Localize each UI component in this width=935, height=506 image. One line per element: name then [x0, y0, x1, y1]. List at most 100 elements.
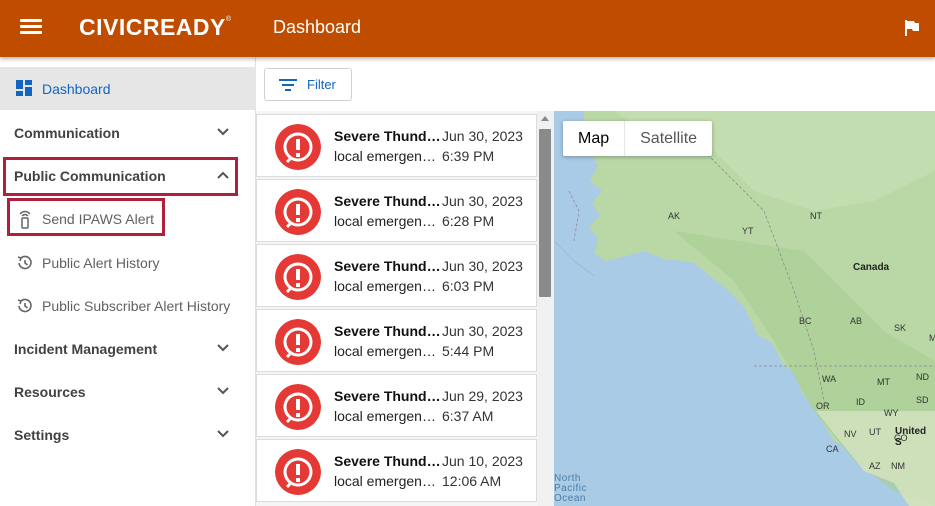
alert-title: Severe Thunderstorm Warning: [334, 453, 442, 469]
alert-warning-icon: [275, 319, 321, 365]
map-label: NM: [891, 461, 905, 471]
sidebar-item-label: Public Subscriber Alert History: [42, 297, 231, 314]
map-label: Canada: [853, 262, 890, 273]
map-terrain: [554, 111, 935, 506]
map-label: BC: [799, 316, 812, 326]
sidebar-item-label: Communication: [14, 124, 120, 141]
alert-title: Severe Thunderstorm Warning: [334, 258, 442, 274]
scroll-up-arrow-icon[interactable]: [541, 116, 549, 121]
scrollbar[interactable]: [537, 111, 554, 506]
alert-warning-icon: [275, 449, 321, 495]
alert-title: Severe Thunderstorm Warning: [334, 128, 442, 144]
sidebar-item-label: Dashboard: [42, 80, 111, 97]
alert-description: local emergency alert: [334, 343, 442, 359]
sidebar-item-settings[interactable]: Settings: [0, 413, 256, 456]
alert-date: Jun 30, 2023: [442, 128, 523, 144]
alert-warning-icon: [275, 384, 321, 430]
alert-warning-icon: [275, 254, 321, 300]
highlight-box-public-communication: [3, 157, 238, 196]
map-label: MT: [877, 377, 890, 387]
alert-date: Jun 30, 2023: [442, 258, 523, 274]
highlight-box-send-ipaws: [7, 198, 165, 236]
alert-time: 6:03 PM: [442, 278, 495, 294]
sidebar-item-communication[interactable]: Communication: [0, 111, 256, 154]
alert-warning-icon: [275, 124, 321, 170]
chevron-down-icon: [217, 430, 229, 438]
map-label: WY: [884, 408, 899, 418]
chevron-down-icon: [217, 387, 229, 395]
map-label: OR: [816, 401, 830, 411]
map-label: WA: [822, 374, 837, 384]
alert-title: Severe Thunderstorm Warning: [334, 388, 442, 404]
alert-description: local emergency alert: [334, 408, 442, 424]
alert-description: local emergency alert: [334, 148, 442, 164]
map-label: UT: [869, 427, 881, 437]
page-title: Dashboard: [273, 17, 362, 37]
filter-toolbar: Filter: [256, 57, 935, 111]
map-label: AB: [850, 316, 863, 326]
filter-label: Filter: [307, 77, 336, 92]
app-logo: CIVICREADY®: [79, 14, 232, 40]
alert-date: Jun 10, 2023: [442, 453, 523, 469]
sidebar-item-public-subscriber-alert-history[interactable]: Public Subscriber Alert History: [0, 284, 256, 327]
sidebar-item-label: Resources: [14, 383, 86, 400]
filter-icon: [279, 78, 297, 91]
sidebar-item-label: Settings: [14, 426, 70, 443]
map-label: SD: [916, 395, 929, 405]
alert-list-item[interactable]: Severe Thunderstorm Warning local emergen…: [256, 244, 537, 307]
sidebar-item-label: Incident Management: [14, 340, 158, 357]
map-label: ID: [856, 397, 865, 407]
map-label: SK: [894, 323, 907, 333]
map-view[interactable]: Map Satellite AK YT NT Canada BC AB SK M…: [554, 111, 935, 506]
alert-description: local emergency alert: [334, 213, 442, 229]
map-label: United S: [895, 426, 927, 448]
sidebar-item-incident-management[interactable]: Incident Management: [0, 327, 256, 370]
map-label: CA: [826, 444, 839, 454]
alert-title: Severe Thunderstorm Warning: [334, 193, 442, 209]
filter-button[interactable]: Filter: [264, 68, 352, 101]
menu-icon[interactable]: [20, 19, 42, 37]
map-type-toggle: Map Satellite: [563, 121, 713, 156]
chevron-down-icon: [217, 344, 229, 352]
alert-list-item[interactable]: Severe Thunderstorm Warning local emergen…: [256, 439, 537, 502]
map-label: AZ: [869, 461, 881, 471]
sidebar-item-label: Public Alert History: [42, 254, 160, 271]
alert-date: Jun 30, 2023: [442, 193, 523, 209]
alert-title: Severe Thunderstorm Warning: [334, 323, 442, 339]
alert-list: Severe Thunderstorm Warning local emergen…: [256, 111, 537, 506]
map-label: NV: [844, 429, 857, 439]
alert-warning-icon: [275, 189, 321, 235]
scrollbar-thumb[interactable]: [539, 129, 551, 297]
alert-list-item[interactable]: Severe Thunderstorm Warning local emergen…: [256, 114, 537, 177]
flag-icon[interactable]: [904, 19, 920, 37]
map-label: MB: [929, 333, 935, 343]
alert-description: local emergency alert: [334, 278, 442, 294]
alert-list-item[interactable]: Severe Thunderstorm Warning local emergen…: [256, 179, 537, 242]
alert-time: 6:39 PM: [442, 148, 495, 164]
alert-date: Jun 29, 2023: [442, 388, 523, 404]
alert-list-item[interactable]: Severe Thunderstorm Warning local emergen…: [256, 309, 537, 372]
history-icon: [17, 298, 32, 313]
alert-list-item[interactable]: Severe Thunderstorm Warning local emergen…: [256, 374, 537, 437]
dashboard-icon: [16, 80, 32, 96]
alert-time: 12:06 AM: [442, 473, 502, 489]
alert-time: 6:28 PM: [442, 213, 495, 229]
map-label: YT: [742, 226, 754, 236]
sidebar-item-resources[interactable]: Resources: [0, 370, 256, 413]
top-app-bar: CIVICREADY® Dashboard: [0, 0, 935, 57]
sidebar-item-public-alert-history[interactable]: Public Alert History: [0, 241, 256, 284]
satellite-button[interactable]: Satellite: [624, 121, 712, 156]
alert-date: Jun 30, 2023: [442, 323, 523, 339]
map-label: ND: [916, 372, 929, 382]
alert-time: 6:37 AM: [442, 408, 494, 424]
chevron-down-icon: [217, 128, 229, 136]
map-label: NT: [810, 211, 822, 221]
sidebar: Dashboard Communication Public Communica…: [0, 57, 256, 506]
map-label-ocean: North Pacific Ocean: [554, 473, 587, 504]
map-label: AK: [668, 211, 681, 221]
alert-description: local emergency alert: [334, 473, 442, 489]
sidebar-item-dashboard[interactable]: Dashboard: [0, 67, 256, 110]
map-button[interactable]: Map: [563, 121, 624, 156]
alert-time: 5:44 PM: [442, 343, 495, 359]
history-icon: [17, 255, 32, 270]
